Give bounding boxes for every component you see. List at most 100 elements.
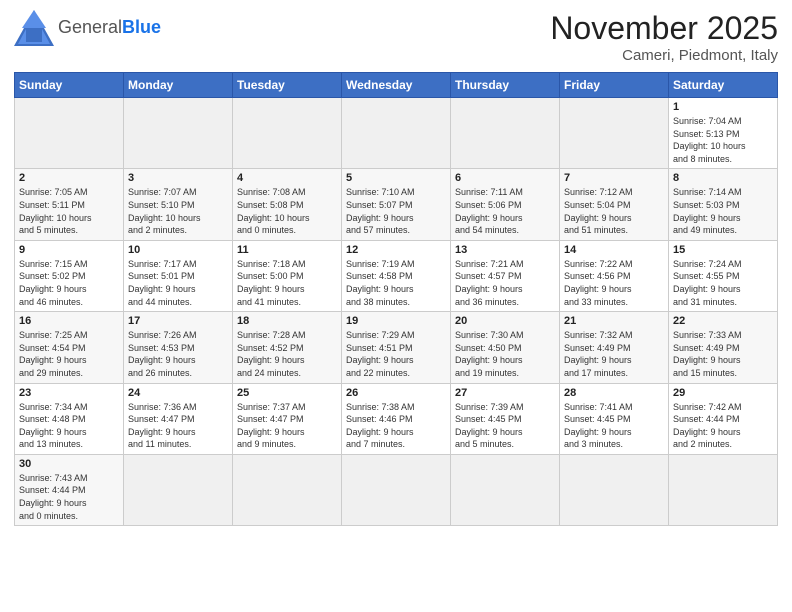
weekday-header-row: SundayMondayTuesdayWednesdayThursdayFrid…	[15, 73, 778, 98]
day-number: 12	[346, 244, 446, 256]
calendar-cell: 12 Sunrise: 7:19 AM Sunset: 4:58 PM Dayli…	[342, 240, 451, 311]
day-number: 5	[346, 172, 446, 184]
calendar-week-row: 9Sunrise: 7:15 AM Sunset: 5:02 PM Daylig…	[15, 240, 778, 311]
calendar-cell: 30Sunrise: 7:43 AM Sunset: 4:44 PM Dayli…	[15, 454, 124, 525]
calendar-cell: 18 Sunrise: 7:28 AM Sunset: 4:52 PM Dayli…	[233, 312, 342, 383]
day-info: Sunrise: 7:39 AM Sunset: 4:45 PM Dayligh…	[455, 401, 555, 451]
calendar-cell: 19 Sunrise: 7:29 AM Sunset: 4:51 PM Dayli…	[342, 312, 451, 383]
day-info: Sunrise: 7:28 AM Sunset: 4:52 PM Dayligh…	[237, 329, 337, 379]
day-number: 21	[564, 315, 664, 327]
calendar-cell: 24Sunrise: 7:36 AM Sunset: 4:47 PM Dayli…	[124, 383, 233, 454]
weekday-header-saturday: Saturday	[669, 73, 778, 98]
calendar-cell: 28Sunrise: 7:41 AM Sunset: 4:45 PM Dayli…	[560, 383, 669, 454]
day-number: 10	[128, 244, 228, 256]
calendar-cell: 8 Sunrise: 7:14 AM Sunset: 5:03 PM Daylig…	[669, 169, 778, 240]
calendar-cell: 26 Sunrise: 7:38 AM Sunset: 4:46 PM Dayli…	[342, 383, 451, 454]
day-info: Sunrise: 7:12 AM Sunset: 5:04 PM Dayligh…	[564, 186, 664, 236]
day-info: Sunrise: 7:36 AM Sunset: 4:47 PM Dayligh…	[128, 401, 228, 451]
day-number: 11	[237, 244, 337, 256]
day-info: Sunrise: 7:34 AM Sunset: 4:48 PM Dayligh…	[19, 401, 119, 451]
day-info: Sunrise: 7:19 AM Sunset: 4:58 PM Dayligh…	[346, 258, 446, 308]
day-info: Sunrise: 7:25 AM Sunset: 4:54 PM Dayligh…	[19, 329, 119, 379]
day-info: Sunrise: 7:43 AM Sunset: 4:44 PM Dayligh…	[19, 472, 119, 522]
calendar-week-row: 16 Sunrise: 7:25 AM Sunset: 4:54 PM Dayli…	[15, 312, 778, 383]
calendar-cell	[451, 98, 560, 169]
day-info: Sunrise: 7:14 AM Sunset: 5:03 PM Dayligh…	[673, 186, 773, 236]
day-info: Sunrise: 7:08 AM Sunset: 5:08 PM Dayligh…	[237, 186, 337, 236]
calendar-cell: 22 Sunrise: 7:33 AM Sunset: 4:49 PM Dayli…	[669, 312, 778, 383]
calendar-cell: 4 Sunrise: 7:08 AM Sunset: 5:08 PM Daylig…	[233, 169, 342, 240]
calendar-cell: 3 Sunrise: 7:07 AM Sunset: 5:10 PM Daylig…	[124, 169, 233, 240]
weekday-header-sunday: Sunday	[15, 73, 124, 98]
calendar-location: Cameri, Piedmont, Italy	[550, 47, 778, 64]
day-number: 29	[673, 387, 773, 399]
calendar-cell: 14Sunrise: 7:22 AM Sunset: 4:56 PM Dayli…	[560, 240, 669, 311]
day-info: Sunrise: 7:32 AM Sunset: 4:49 PM Dayligh…	[564, 329, 664, 379]
day-info: Sunrise: 7:30 AM Sunset: 4:50 PM Dayligh…	[455, 329, 555, 379]
day-number: 17	[128, 315, 228, 327]
day-number: 8	[673, 172, 773, 184]
day-info: Sunrise: 7:42 AM Sunset: 4:44 PM Dayligh…	[673, 401, 773, 451]
calendar-cell	[124, 98, 233, 169]
day-number: 19	[346, 315, 446, 327]
calendar-cell	[124, 454, 233, 525]
calendar-title: November 2025	[550, 10, 778, 47]
calendar-cell: 1Sunrise: 7:04 AM Sunset: 5:13 PM Daylig…	[669, 98, 778, 169]
logo: GeneralBlue	[14, 10, 161, 46]
day-info: Sunrise: 7:33 AM Sunset: 4:49 PM Dayligh…	[673, 329, 773, 379]
calendar-cell	[342, 98, 451, 169]
calendar-cell: 5 Sunrise: 7:10 AM Sunset: 5:07 PM Daylig…	[342, 169, 451, 240]
logo-text: GeneralBlue	[58, 18, 161, 38]
day-number: 26	[346, 387, 446, 399]
calendar-cell	[342, 454, 451, 525]
day-number: 16	[19, 315, 119, 327]
calendar-cell	[15, 98, 124, 169]
calendar-week-row: 1Sunrise: 7:04 AM Sunset: 5:13 PM Daylig…	[15, 98, 778, 169]
calendar-cell	[451, 454, 560, 525]
title-block: November 2025 Cameri, Piedmont, Italy	[550, 10, 778, 64]
calendar-cell	[669, 454, 778, 525]
weekday-header-friday: Friday	[560, 73, 669, 98]
calendar-cell: 29 Sunrise: 7:42 AM Sunset: 4:44 PM Dayli…	[669, 383, 778, 454]
day-number: 27	[455, 387, 555, 399]
day-info: Sunrise: 7:29 AM Sunset: 4:51 PM Dayligh…	[346, 329, 446, 379]
calendar-cell	[560, 454, 669, 525]
day-number: 14	[564, 244, 664, 256]
day-number: 23	[19, 387, 119, 399]
day-info: Sunrise: 7:04 AM Sunset: 5:13 PM Dayligh…	[673, 115, 773, 165]
day-number: 9	[19, 244, 119, 256]
calendar-cell: 2Sunrise: 7:05 AM Sunset: 5:11 PM Daylig…	[15, 169, 124, 240]
day-number: 3	[128, 172, 228, 184]
calendar-cell: 21 Sunrise: 7:32 AM Sunset: 4:49 PM Dayli…	[560, 312, 669, 383]
logo-icon	[14, 10, 54, 46]
day-info: Sunrise: 7:10 AM Sunset: 5:07 PM Dayligh…	[346, 186, 446, 236]
day-info: Sunrise: 7:11 AM Sunset: 5:06 PM Dayligh…	[455, 186, 555, 236]
day-number: 15	[673, 244, 773, 256]
header: GeneralBlue November 2025 Cameri, Piedmo…	[14, 10, 778, 64]
calendar-week-row: 30Sunrise: 7:43 AM Sunset: 4:44 PM Dayli…	[15, 454, 778, 525]
day-number: 4	[237, 172, 337, 184]
day-number: 18	[237, 315, 337, 327]
calendar-cell: 17Sunrise: 7:26 AM Sunset: 4:53 PM Dayli…	[124, 312, 233, 383]
page: GeneralBlue November 2025 Cameri, Piedmo…	[0, 0, 792, 536]
day-info: Sunrise: 7:37 AM Sunset: 4:47 PM Dayligh…	[237, 401, 337, 451]
calendar-cell: 25Sunrise: 7:37 AM Sunset: 4:47 PM Dayli…	[233, 383, 342, 454]
day-info: Sunrise: 7:05 AM Sunset: 5:11 PM Dayligh…	[19, 186, 119, 236]
day-info: Sunrise: 7:41 AM Sunset: 4:45 PM Dayligh…	[564, 401, 664, 451]
day-info: Sunrise: 7:24 AM Sunset: 4:55 PM Dayligh…	[673, 258, 773, 308]
calendar-cell: 11Sunrise: 7:18 AM Sunset: 5:00 PM Dayli…	[233, 240, 342, 311]
day-number: 20	[455, 315, 555, 327]
day-info: Sunrise: 7:07 AM Sunset: 5:10 PM Dayligh…	[128, 186, 228, 236]
day-number: 13	[455, 244, 555, 256]
calendar-cell: 7 Sunrise: 7:12 AM Sunset: 5:04 PM Daylig…	[560, 169, 669, 240]
weekday-header-wednesday: Wednesday	[342, 73, 451, 98]
day-number: 7	[564, 172, 664, 184]
weekday-header-tuesday: Tuesday	[233, 73, 342, 98]
day-info: Sunrise: 7:38 AM Sunset: 4:46 PM Dayligh…	[346, 401, 446, 451]
day-number: 22	[673, 315, 773, 327]
calendar-cell: 23 Sunrise: 7:34 AM Sunset: 4:48 PM Dayli…	[15, 383, 124, 454]
weekday-header-monday: Monday	[124, 73, 233, 98]
calendar-week-row: 23 Sunrise: 7:34 AM Sunset: 4:48 PM Dayli…	[15, 383, 778, 454]
calendar-week-row: 2Sunrise: 7:05 AM Sunset: 5:11 PM Daylig…	[15, 169, 778, 240]
calendar-cell: 9Sunrise: 7:15 AM Sunset: 5:02 PM Daylig…	[15, 240, 124, 311]
